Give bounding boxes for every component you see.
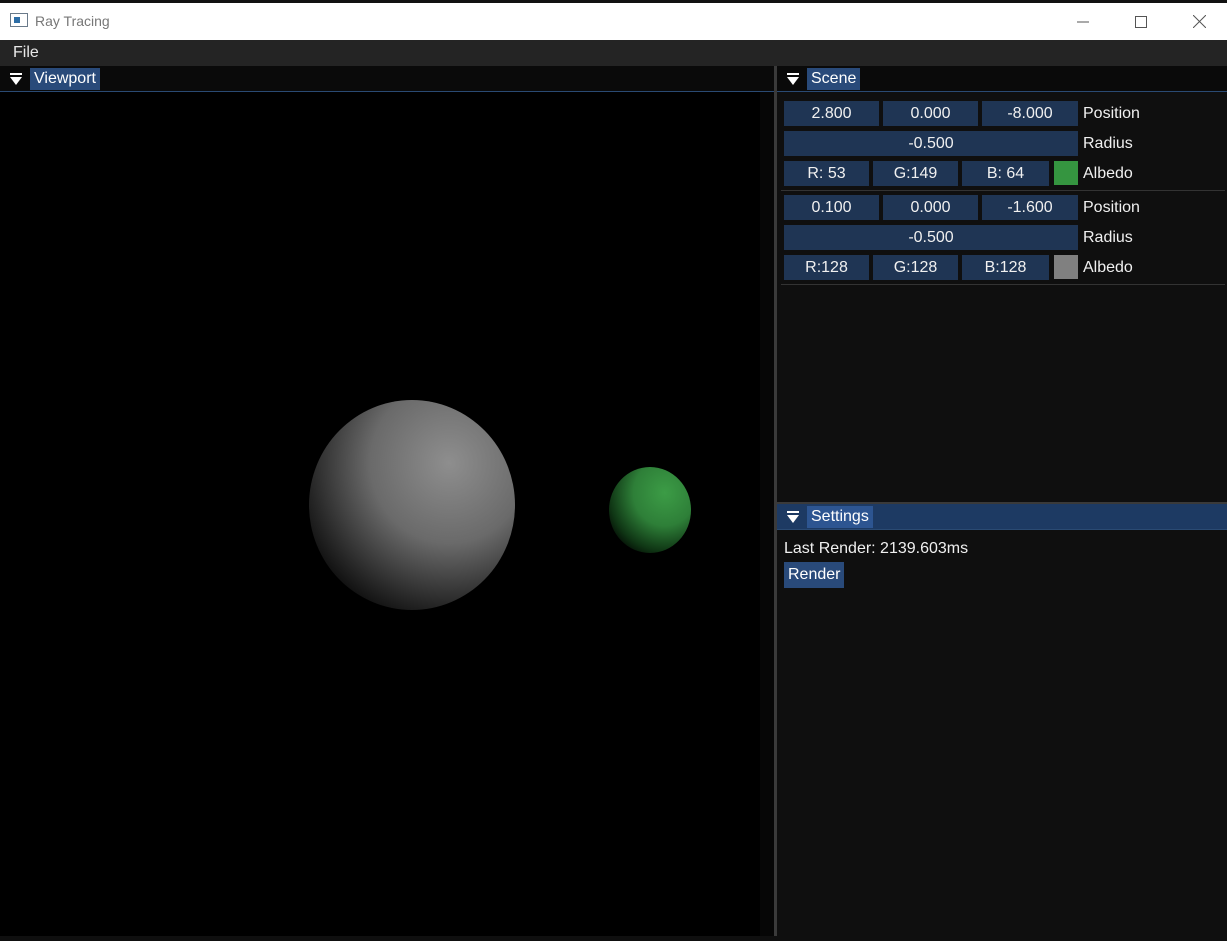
albedo-g-field[interactable]: G:128 <box>873 255 958 280</box>
albedo-label: Albedo <box>1083 165 1133 182</box>
collapse-triangle-icon[interactable] <box>786 510 800 524</box>
albedo-g-field[interactable]: G:149 <box>873 161 958 186</box>
file-menu[interactable]: File <box>13 44 39 62</box>
position-z-field[interactable]: -8.000 <box>982 101 1078 126</box>
collapse-triangle-icon[interactable] <box>786 72 800 86</box>
maximize-button[interactable] <box>1112 3 1170 40</box>
close-button[interactable] <box>1170 3 1227 40</box>
app-icon <box>10 13 28 27</box>
position-label: Position <box>1083 199 1140 216</box>
position-y-field[interactable]: 0.000 <box>883 195 978 220</box>
tab-settings[interactable]: Settings <box>807 506 873 528</box>
radius-label: Radius <box>1083 229 1133 246</box>
render-viewport <box>0 92 760 936</box>
collapse-triangle-icon[interactable] <box>9 72 23 86</box>
title-bar: Ray Tracing <box>0 0 1227 40</box>
maximize-icon <box>1135 15 1147 28</box>
render-image <box>309 400 691 610</box>
tab-viewport[interactable]: Viewport <box>30 68 100 90</box>
viewport-scrollbar[interactable] <box>760 92 774 936</box>
window-title: Ray Tracing <box>35 13 110 29</box>
render-button[interactable]: Render <box>784 562 845 588</box>
settings-panel <box>777 530 1227 936</box>
close-icon <box>1192 15 1206 28</box>
position-z-field[interactable]: -1.600 <box>982 195 1078 220</box>
tab-scene[interactable]: Scene <box>807 68 861 90</box>
radius-label: Radius <box>1083 135 1133 152</box>
viewport-header: Viewport <box>0 66 774 92</box>
position-x-field[interactable]: 2.800 <box>784 101 879 126</box>
albedo-color-swatch[interactable] <box>1054 161 1078 185</box>
albedo-label: Albedo <box>1083 259 1133 276</box>
menu-bar: File <box>0 40 1227 66</box>
green-sphere <box>609 467 691 553</box>
radius-field[interactable]: -0.500 <box>784 225 1078 250</box>
position-x-field[interactable]: 0.100 <box>784 195 879 220</box>
albedo-color-swatch[interactable] <box>1054 255 1078 279</box>
albedo-b-field[interactable]: B:128 <box>962 255 1049 280</box>
albedo-r-field[interactable]: R:128 <box>784 255 869 280</box>
settings-header: Settings <box>777 504 1227 530</box>
last-render-text: Last Render: 2139.603ms <box>784 540 969 557</box>
albedo-r-field[interactable]: R: 53 <box>784 161 869 186</box>
position-y-field[interactable]: 0.000 <box>883 101 978 126</box>
minimize-icon <box>1077 21 1089 22</box>
object-separator <box>781 284 1225 285</box>
object-separator <box>781 190 1225 191</box>
scene-header: Scene <box>777 66 1227 92</box>
minimize-button[interactable] <box>1054 3 1112 40</box>
radius-field[interactable]: -0.500 <box>784 131 1078 156</box>
albedo-b-field[interactable]: B: 64 <box>962 161 1049 186</box>
gray-sphere <box>309 400 515 610</box>
position-label: Position <box>1083 105 1140 122</box>
